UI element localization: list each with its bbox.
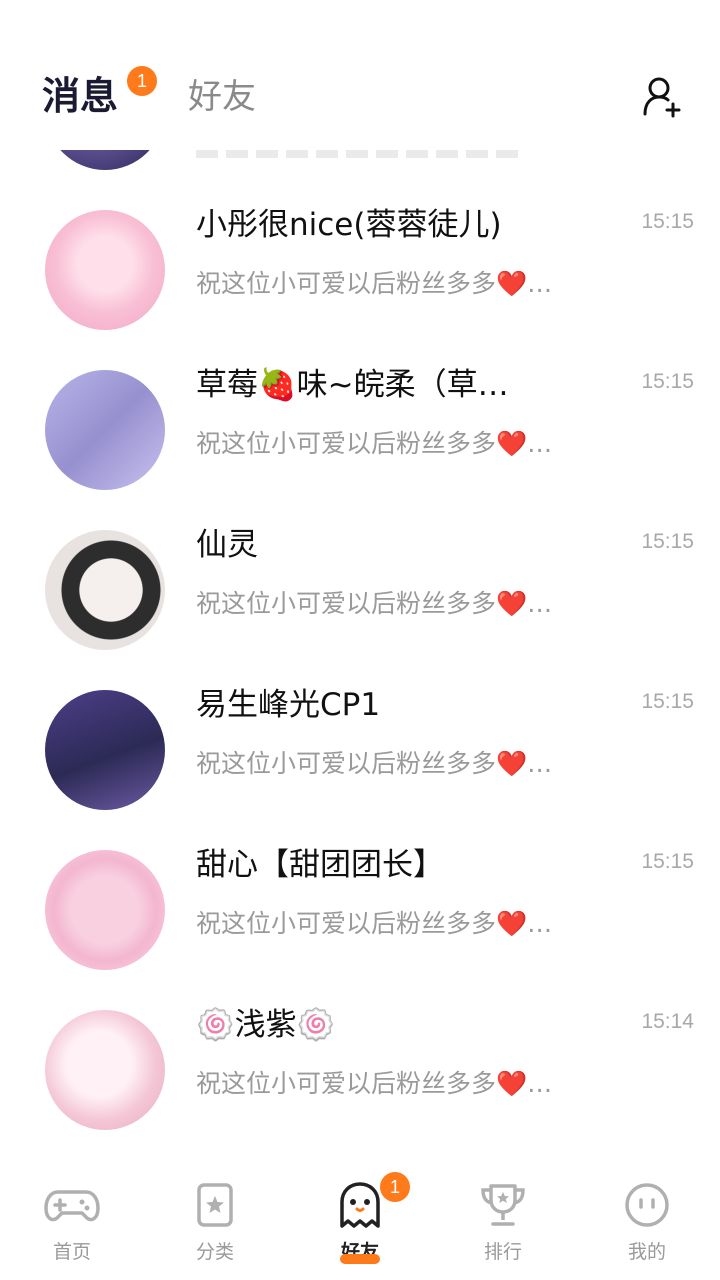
conversation-row[interactable]: 甜心【甜团团长】 祝这位小可爱以后粉丝多多❤️… 15:15: [0, 820, 720, 980]
trophy-icon: [481, 1184, 525, 1226]
active-tab-indicator: [340, 1254, 380, 1264]
avatar[interactable]: [45, 210, 165, 330]
conversation-row[interactable]: 小彤很nice(蓉蓉徒儿) 祝这位小可爱以后粉丝多多❤️… 15:15: [0, 180, 720, 340]
face-icon: [625, 1183, 669, 1227]
conversation-name: 甜心【甜团团长】: [196, 847, 444, 883]
conversation-row[interactable]: 🍥浅紫🍥 祝这位小可爱以后粉丝多多❤️… 15:14: [0, 980, 720, 1140]
conversation-time: 15:15: [641, 850, 694, 873]
conversation-time: 15:15: [641, 210, 694, 233]
tab-home[interactable]: 首页: [22, 1182, 122, 1264]
tab-label: 我的: [627, 1241, 666, 1263]
avatar[interactable]: [45, 850, 165, 970]
conversation-name: 易生峰光CP1: [196, 687, 381, 723]
gamepad-icon: [44, 1190, 100, 1222]
avatar[interactable]: [45, 1010, 165, 1130]
add-user-icon[interactable]: [640, 74, 684, 118]
conversation-name: 草莓🍓味~皖柔（草…: [196, 367, 509, 403]
conversation-preview: 祝这位小可爱以后粉丝多多❤️…: [196, 1069, 553, 1098]
avatar[interactable]: [45, 690, 165, 810]
conversation-preview: 祝这位小可爱以后粉丝多多❤️…: [196, 589, 553, 618]
tab-me[interactable]: 我的: [597, 1182, 697, 1264]
friends-tab-badge: 1: [380, 1172, 410, 1202]
conversation-preview: 祝这位小可爱以后粉丝多多❤️…: [196, 269, 553, 298]
tab-label: 首页: [52, 1241, 91, 1263]
conversation-preview: 祝这位小可爱以后粉丝多多❤️…: [196, 909, 553, 938]
conversation-time: 15:14: [641, 1010, 694, 1033]
conversation-name: 小彤很nice(蓉蓉徒儿): [196, 207, 502, 243]
conversation-time: 15:15: [641, 530, 694, 553]
conversation-row[interactable]: 草莓🍓味~皖柔（草… 祝这位小可爱以后粉丝多多❤️… 15:15: [0, 340, 720, 500]
tab-ranking[interactable]: 排行: [453, 1182, 553, 1264]
top-header: 消息 1 好友: [0, 0, 720, 150]
star-bookmark-icon: [197, 1183, 233, 1227]
conversation-time: 15:15: [641, 370, 694, 393]
avatar[interactable]: [45, 370, 165, 490]
tab-label: 排行: [483, 1241, 522, 1263]
tab-category[interactable]: 分类: [165, 1182, 265, 1264]
tab-messages[interactable]: 消息: [42, 72, 118, 120]
tab-label: 分类: [195, 1241, 234, 1263]
conversation-name: 🍥浅紫🍥: [196, 1007, 336, 1043]
conversation-time: 15:15: [641, 690, 694, 713]
conversation-name: 仙灵: [196, 527, 258, 563]
unread-badge: 1: [127, 66, 157, 96]
conversation-row[interactable]: 易生峰光CP1 祝这位小可爱以后粉丝多多❤️… 15:15: [0, 660, 720, 820]
conversation-preview: 祝这位小可爱以后粉丝多多❤️…: [196, 429, 553, 458]
avatar[interactable]: [45, 530, 165, 650]
conversation-row[interactable]: 仙灵 祝这位小可爱以后粉丝多多❤️… 15:15: [0, 500, 720, 660]
tab-friends[interactable]: 好友: [188, 74, 256, 120]
conversation-preview: 祝这位小可爱以后粉丝多多❤️…: [196, 749, 553, 778]
